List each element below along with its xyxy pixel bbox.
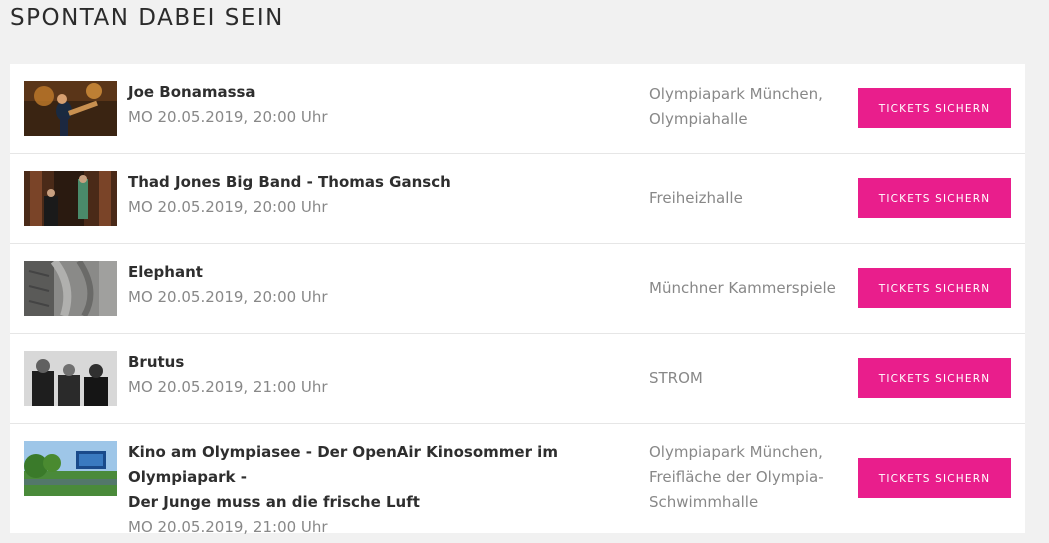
section-title: SPONTAN DABEI SEIN — [10, 5, 284, 31]
event-date: MO 20.05.2019, 21:00 Uhr — [128, 518, 328, 536]
venue-line: Münchner Kammerspiele — [649, 279, 836, 297]
event-title-line[interactable]: Der Junge muss an die frische Luft — [128, 490, 628, 515]
event-thumbnail[interactable] — [24, 171, 117, 226]
venue-line: STROM — [649, 369, 703, 387]
event-date: MO 20.05.2019, 20:00 Uhr — [128, 108, 328, 126]
event-list: Joe Bonamassa MO 20.05.2019, 20:00 Uhr O… — [10, 64, 1025, 536]
venue-line: Olympiapark München, — [649, 85, 823, 103]
event-thumbnail[interactable] — [24, 261, 117, 316]
tickets-button[interactable]: TICKETS SICHERN — [858, 458, 1011, 498]
event-info: Elephant MO 20.05.2019, 20:00 Uhr — [128, 260, 628, 310]
event-venue: Freiheizhalle — [649, 186, 839, 211]
event-title[interactable]: Thad Jones Big Band - Thomas Gansch — [128, 170, 628, 195]
event-title[interactable]: Brutus — [128, 350, 628, 375]
event-venue: Olympiapark München, Freifläche der Olym… — [649, 440, 839, 515]
open-air-cinema-image — [24, 441, 117, 496]
event-thumbnail[interactable] — [24, 441, 117, 496]
concert-guitarist-image — [24, 81, 117, 136]
event-info: Kino am Olympiasee - Der OpenAir Kinosom… — [128, 440, 628, 540]
event-thumbnail[interactable] — [24, 81, 117, 136]
event-date: MO 20.05.2019, 21:00 Uhr — [128, 378, 328, 396]
venue-line: Olympiahalle — [649, 110, 748, 128]
event-row: Thad Jones Big Band - Thomas Gansch MO 2… — [10, 154, 1025, 244]
event-info: Thad Jones Big Band - Thomas Gansch MO 2… — [128, 170, 628, 220]
venue-line: Olympiapark München, — [649, 443, 823, 461]
event-date: MO 20.05.2019, 20:00 Uhr — [128, 288, 328, 306]
venue-line: Freifläche der Olympia- — [649, 468, 824, 486]
tickets-button[interactable]: TICKETS SICHERN — [858, 358, 1011, 398]
tickets-button[interactable]: TICKETS SICHERN — [858, 88, 1011, 128]
event-date: MO 20.05.2019, 20:00 Uhr — [128, 198, 328, 216]
event-row: Elephant MO 20.05.2019, 20:00 Uhr Münchn… — [10, 244, 1025, 334]
event-title[interactable]: Elephant — [128, 260, 628, 285]
event-title-line[interactable]: Kino am Olympiasee - Der OpenAir Kinosom… — [128, 440, 628, 490]
event-row: Joe Bonamassa MO 20.05.2019, 20:00 Uhr O… — [10, 64, 1025, 154]
event-venue: STROM — [649, 366, 839, 391]
musicians-doorway-image — [24, 171, 117, 226]
band-portrait-image — [24, 351, 117, 406]
venue-line: Freiheizhalle — [649, 189, 743, 207]
event-row: Brutus MO 20.05.2019, 21:00 Uhr STROM TI… — [10, 334, 1025, 424]
event-venue: Olympiapark München, Olympiahalle — [649, 82, 839, 132]
tickets-button[interactable]: TICKETS SICHERN — [858, 178, 1011, 218]
tickets-button[interactable]: TICKETS SICHERN — [858, 268, 1011, 308]
venue-line: Schwimmhalle — [649, 493, 759, 511]
event-info: Brutus MO 20.05.2019, 21:00 Uhr — [128, 350, 628, 400]
elephant-skin-image — [24, 261, 117, 316]
event-info: Joe Bonamassa MO 20.05.2019, 20:00 Uhr — [128, 80, 628, 130]
event-title[interactable]: Joe Bonamassa — [128, 80, 628, 105]
event-venue: Münchner Kammerspiele — [649, 276, 839, 301]
event-row: Kino am Olympiasee - Der OpenAir Kinosom… — [10, 424, 1025, 536]
event-thumbnail[interactable] — [24, 351, 117, 406]
